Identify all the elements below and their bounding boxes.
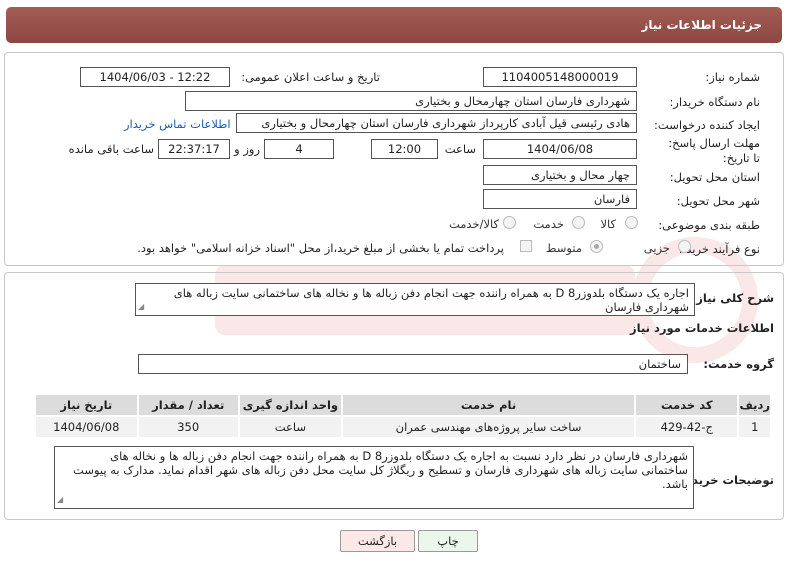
treasury-checkbox[interactable] <box>520 240 532 252</box>
process-partial-radio[interactable] <box>678 240 691 253</box>
announce-label: تاریخ و ساعت اعلان عمومی: <box>241 70 380 84</box>
payment-note: پرداخت تمام یا بخشی از مبلغ خرید،از محل … <box>137 241 504 255</box>
category-both-radio[interactable] <box>503 216 516 229</box>
deadline-date-field[interactable]: 1404/06/08 <box>483 139 637 159</box>
cell-date: 1404/06/08 <box>34 415 139 439</box>
resize-handle-icon[interactable]: ◢ <box>138 300 144 314</box>
col-name: نام خدمت <box>340 393 637 417</box>
announce-field[interactable]: 1404/06/03 - 12:22 <box>80 67 230 87</box>
services-table: ردیف کد خدمت نام خدمت واحد اندازه گیری ت… <box>34 393 772 439</box>
process-medium-radio[interactable] <box>590 240 603 253</box>
service-group-label: گروه خدمت: <box>703 357 774 371</box>
col-date: تاریخ نیاز <box>34 393 139 417</box>
category-label: طبقه بندی موضوعی: <box>658 218 760 232</box>
buyer-notes-textarea[interactable]: شهرداری فارسان در نظر دارد نسبت به اجاره… <box>54 446 694 509</box>
remaining-label: ساعت باقی مانده <box>68 142 154 156</box>
remaining-field[interactable]: 22:37:17 <box>158 139 230 159</box>
province-label: استان محل تحویل: <box>669 170 760 184</box>
buyer-org-field[interactable]: شهرداری فارسان استان چهارمحال و بختیاری <box>185 91 637 111</box>
city-label: شهر محل تحویل: <box>676 194 760 208</box>
process-partial-label: جزیی <box>643 241 670 255</box>
deadline-label: مهلت ارسال پاسخ: تا تاریخ: <box>668 136 760 165</box>
summary-label: شرح کلی نیاز: <box>691 291 774 305</box>
category-service-radio[interactable] <box>572 216 585 229</box>
cell-qty: 350 <box>136 415 240 439</box>
cell-unit: ساعت <box>237 415 343 439</box>
days-field[interactable]: 4 <box>264 139 334 159</box>
process-medium-label: متوسط <box>545 241 582 255</box>
col-qty: تعداد / مقدار <box>136 393 240 417</box>
city-field[interactable]: فارسان <box>483 189 637 209</box>
buyer-org-label: نام دستگاه خریدار: <box>669 95 760 109</box>
deadline-time-field[interactable]: 12:00 <box>371 139 438 159</box>
service-group-field[interactable]: ساختمان <box>138 354 688 374</box>
category-goods-label: کالا <box>600 217 616 231</box>
col-row: ردیف <box>737 393 772 417</box>
creator-label: ایجاد کننده درخواست: <box>654 118 760 132</box>
need-number-field[interactable]: 1104005148000019 <box>483 67 637 87</box>
table-row: 1 ج-42-429 ساخت سایر پروژه‌های مهندسی عم… <box>34 415 772 439</box>
cell-name: ساخت سایر پروژه‌های مهندسی عمران <box>340 415 637 439</box>
page-header: جزئیات اطلاعات نیاز <box>6 7 782 43</box>
need-number-label: شماره نیاز: <box>705 70 760 84</box>
category-both-label: کالا/خدمت <box>448 217 499 231</box>
page-title: جزئیات اطلاعات نیاز <box>641 18 762 32</box>
print-button[interactable]: چاپ <box>418 530 478 552</box>
buyer-contact-link[interactable]: اطلاعات تماس خریدار <box>124 117 231 131</box>
back-button[interactable]: بازگشت <box>340 530 415 552</box>
col-unit: واحد اندازه گیری <box>237 393 343 417</box>
days-label: روز و <box>234 142 260 156</box>
deadline-time-label: ساعت <box>444 142 476 156</box>
cell-row: 1 <box>737 415 772 439</box>
cell-code: ج-42-429 <box>634 415 740 439</box>
province-field[interactable]: چهار محال و بختیاری <box>483 165 637 185</box>
col-code: کد خدمت <box>634 393 740 417</box>
process-label: نوع فرآیند خرید : <box>678 242 760 256</box>
table-header-row: ردیف کد خدمت نام خدمت واحد اندازه گیری ت… <box>34 393 772 417</box>
resize-handle-icon[interactable]: ◢ <box>57 493 63 507</box>
services-title: اطلاعات خدمات مورد نیاز <box>630 321 774 335</box>
creator-field[interactable]: هادی رئیسی قیل آبادی کارپرداز شهرداری فا… <box>236 113 637 133</box>
summary-textarea[interactable]: اجاره یک دستگاه بلدوزر8 D به همراه رانند… <box>135 283 695 316</box>
category-service-label: خدمت <box>533 217 564 231</box>
category-goods-radio[interactable] <box>625 216 638 229</box>
